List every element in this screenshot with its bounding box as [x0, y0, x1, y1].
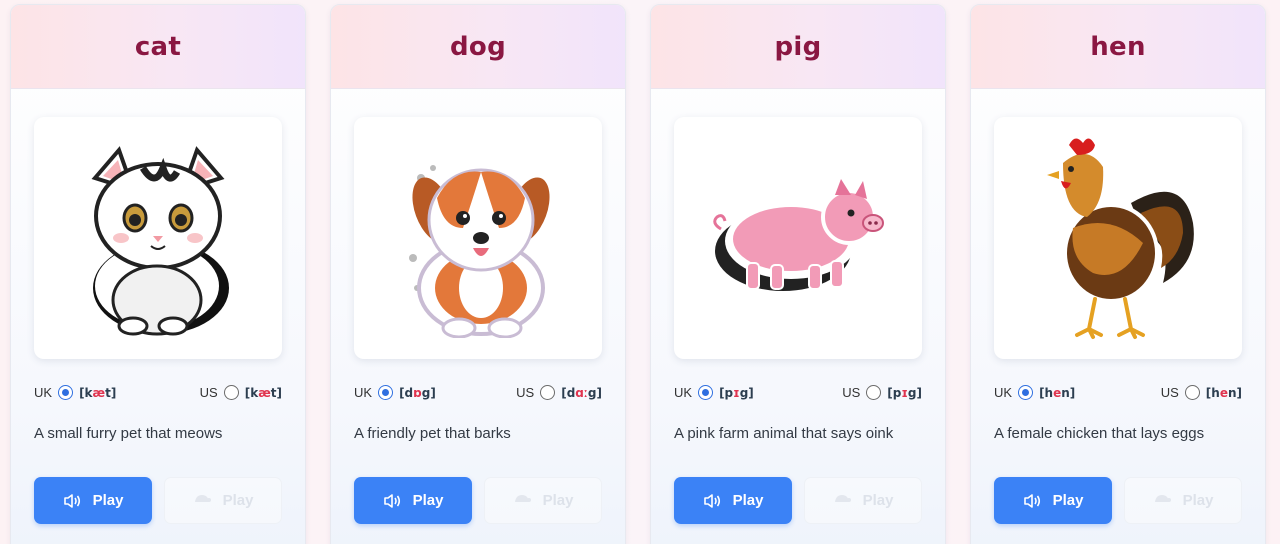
- play-button[interactable]: Play: [674, 477, 792, 524]
- us-radio[interactable]: [1184, 385, 1200, 400]
- uk-label: UK: [994, 385, 1013, 400]
- card-header: hen: [971, 5, 1265, 89]
- uk-label: UK: [34, 385, 53, 400]
- turtle-icon: [1153, 492, 1171, 510]
- cat-sticker-icon: [91, 146, 229, 336]
- uk-ipa: [kæt]: [79, 385, 117, 400]
- play-slow-button[interactable]: Play: [804, 477, 922, 524]
- pronunciation-row: UK [hen] US [hen]: [994, 385, 1242, 405]
- word-card-pig: pig UK [pɪg] US [pɪg] A pink farm animal…: [650, 4, 946, 544]
- uk-label: UK: [674, 385, 693, 400]
- uk-option[interactable]: UK [kæt]: [34, 385, 116, 400]
- uk-option[interactable]: UK [dɒg]: [354, 385, 436, 400]
- us-radio[interactable]: [866, 385, 882, 400]
- play-button[interactable]: Play: [354, 477, 472, 524]
- us-option[interactable]: US [hen]: [1161, 385, 1242, 400]
- word-title: cat: [134, 31, 182, 62]
- play-slow-label: Play: [542, 492, 574, 509]
- word-title: pig: [774, 31, 822, 62]
- word-card-dog: dog UK [dɒg] US [dɑːg] A friendly pet th…: [330, 4, 626, 544]
- word-description: A friendly pet that barks: [354, 425, 511, 442]
- card-header: cat: [11, 5, 305, 89]
- us-label: US: [842, 385, 861, 400]
- word-description: A female chicken that lays eggs: [994, 425, 1205, 442]
- hen-sticker-icon: [1047, 138, 1194, 339]
- play-slow-button[interactable]: Play: [164, 477, 282, 524]
- play-slow-label: Play: [222, 492, 254, 509]
- turtle-icon: [193, 492, 211, 510]
- turtle-icon: [513, 492, 531, 510]
- us-ipa: [pɪg]: [887, 385, 922, 400]
- word-description: A pink farm animal that says oink: [674, 425, 894, 442]
- us-label: US: [199, 385, 218, 400]
- play-slow-label: Play: [862, 492, 894, 509]
- uk-label: UK: [354, 385, 373, 400]
- uk-option[interactable]: UK [pɪg]: [674, 385, 754, 400]
- play-button[interactable]: Play: [34, 477, 152, 524]
- play-button[interactable]: Play: [994, 477, 1112, 524]
- word-card-cat: cat UK [kæt] US [kæt] A small furry pet …: [10, 4, 306, 544]
- pronunciation-row: UK [dɒg] US [dɑːg]: [354, 385, 602, 405]
- us-radio[interactable]: [540, 385, 556, 400]
- image-frame: [34, 117, 282, 359]
- uk-radio[interactable]: [58, 385, 74, 400]
- uk-ipa: [dɒg]: [399, 385, 436, 400]
- turtle-icon: [833, 492, 851, 510]
- us-ipa: [hen]: [1205, 385, 1242, 400]
- play-label: Play: [92, 492, 124, 509]
- card-header: pig: [651, 5, 945, 89]
- uk-option[interactable]: UK [hen]: [994, 385, 1075, 400]
- speaker-icon: [1023, 493, 1041, 509]
- uk-radio[interactable]: [378, 385, 394, 400]
- us-radio[interactable]: [223, 385, 239, 400]
- pig-sticker-icon: [713, 179, 884, 291]
- us-ipa: [dɑːg]: [561, 385, 602, 400]
- image-frame: [354, 117, 602, 359]
- uk-ipa: [pɪg]: [719, 385, 754, 400]
- pronunciation-row: UK [kæt] US [kæt]: [34, 385, 282, 405]
- speaker-icon: [63, 493, 81, 509]
- us-option[interactable]: US [pɪg]: [842, 385, 922, 400]
- image-frame: [674, 117, 922, 359]
- uk-radio[interactable]: [698, 385, 714, 400]
- dog-sticker-icon: [409, 165, 550, 338]
- word-card-grid: cat UK [kæt] US [kæt] A small furry pet …: [10, 4, 1270, 544]
- image-frame: [994, 117, 1242, 359]
- word-title: dog: [450, 31, 506, 62]
- play-label: Play: [732, 492, 764, 509]
- play-label: Play: [412, 492, 444, 509]
- play-slow-button[interactable]: Play: [1124, 477, 1242, 524]
- us-option[interactable]: US [kæt]: [200, 385, 282, 400]
- play-slow-label: Play: [1182, 492, 1214, 509]
- speaker-icon: [383, 493, 401, 509]
- us-label: US: [516, 385, 535, 400]
- card-header: dog: [331, 5, 625, 89]
- us-option[interactable]: US [dɑːg]: [516, 385, 602, 400]
- uk-ipa: [hen]: [1039, 385, 1076, 400]
- play-slow-button[interactable]: Play: [484, 477, 602, 524]
- word-description: A small furry pet that meows: [34, 425, 223, 442]
- us-label: US: [1160, 385, 1179, 400]
- play-label: Play: [1052, 492, 1084, 509]
- speaker-icon: [703, 493, 721, 509]
- pronunciation-row: UK [pɪg] US [pɪg]: [674, 385, 922, 405]
- word-card-hen: hen UK [hen] US [hen] A female chicken t…: [970, 4, 1266, 544]
- uk-radio[interactable]: [1018, 385, 1034, 400]
- word-title: hen: [1090, 31, 1146, 62]
- us-ipa: [kæt]: [244, 385, 282, 400]
